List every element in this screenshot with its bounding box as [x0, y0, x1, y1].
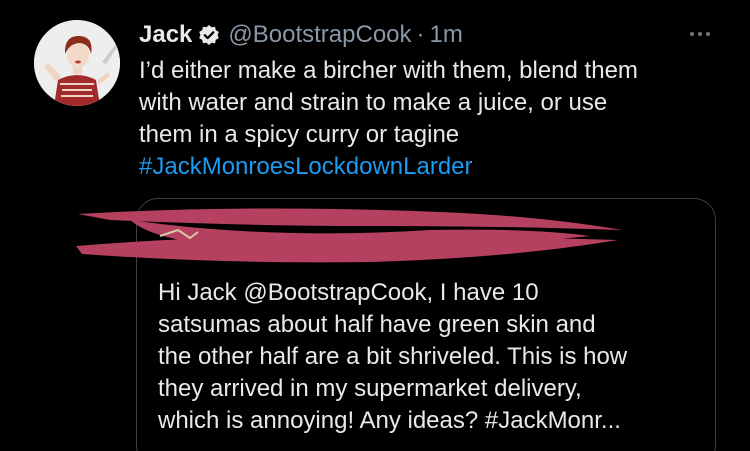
- quoted-tweet-text: Hi Jack @BootstrapCook, I have 10 satsum…: [158, 277, 718, 437]
- tweet-header: Jack @BootstrapCook · 1m: [139, 18, 722, 52]
- quoted-tweet-line: Hi Jack @BootstrapCook, I have 10: [158, 279, 539, 306]
- quoted-tweet-line: which is annoying! Any ideas? #JackMonr.…: [158, 407, 621, 434]
- tweet-body-line: with water and strain to make a juice, o…: [139, 89, 608, 116]
- tweet-body-line: I’d either make a bircher with them, ble…: [139, 57, 638, 84]
- quoted-tweet-line: the other half are a bit shriveled. This…: [158, 343, 628, 370]
- quoted-tweet-line: they arrived in my supermarket delivery,: [158, 375, 582, 402]
- more-options-icon[interactable]: [690, 26, 714, 42]
- verified-badge-icon: [198, 24, 220, 46]
- hashtag-link[interactable]: #JackMonroesLockdownLarder: [139, 151, 729, 183]
- tweet-body-line: them in a spicy curry or tagine: [139, 121, 460, 148]
- avatar[interactable]: [34, 20, 120, 106]
- separator-dot: ·: [416, 21, 425, 48]
- tweet[interactable]: Jack @BootstrapCook · 1m I’d either make…: [0, 0, 750, 451]
- avatar-photo-icon: [34, 20, 120, 106]
- quoted-tweet-line: satsumas about half have green skin and: [158, 311, 596, 338]
- author-display-name[interactable]: Jack: [139, 21, 192, 49]
- tweet-body: I’d either make a bircher with them, ble…: [139, 55, 729, 183]
- author-handle[interactable]: @BootstrapCook: [228, 21, 411, 49]
- timestamp[interactable]: 1m: [430, 21, 463, 49]
